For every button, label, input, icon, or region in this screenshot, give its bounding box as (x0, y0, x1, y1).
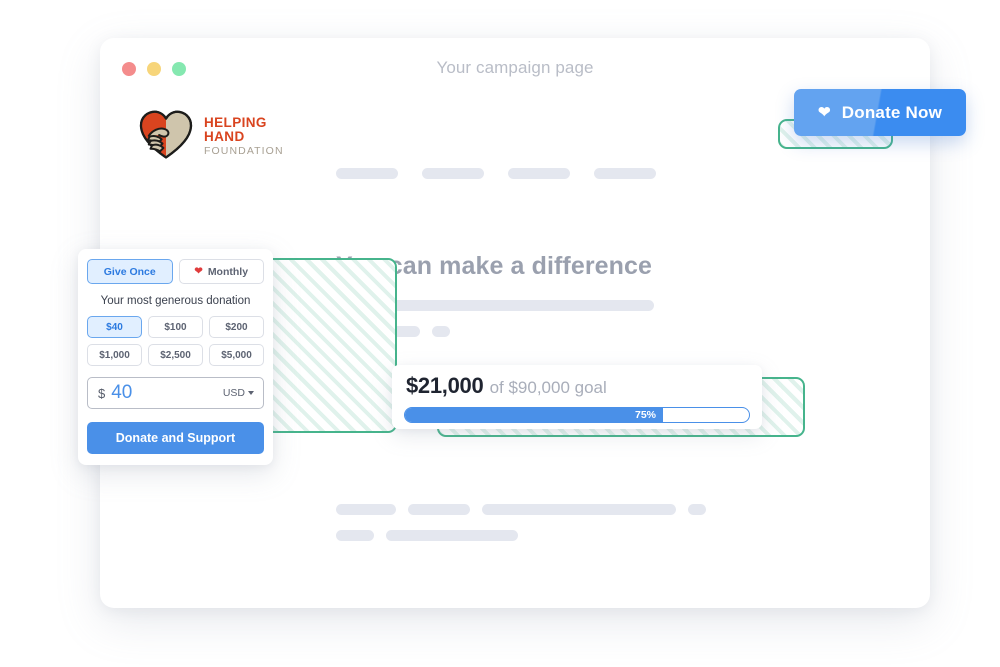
donation-widget: Give Once ❤ Monthly Your most generous d… (78, 249, 273, 465)
amount-preset-2500[interactable]: $2,500 (148, 344, 203, 366)
currency-sign: $ (98, 385, 106, 401)
nav-placeholder-pill[interactable] (336, 168, 398, 179)
amount-preset-200[interactable]: $200 (209, 316, 264, 338)
amount-preset-40[interactable]: $40 (87, 316, 142, 338)
heart-icon: ❤ (194, 265, 203, 277)
window-title: Your campaign page (436, 58, 594, 77)
amount-value[interactable]: 40 (111, 382, 223, 404)
currency-code-label: USD (222, 387, 245, 399)
placeholder-bar (432, 326, 450, 337)
screenshot-stage: Your campaign page HELPING HAND FOUNDATI… (0, 0, 1000, 667)
amount-raised: $21,000 (406, 373, 484, 398)
brand-logo[interactable]: HELPING HAND FOUNDATION (138, 110, 284, 160)
amount-preset-100[interactable]: $100 (148, 316, 203, 338)
placeholder-bar (688, 504, 706, 515)
tab-monthly[interactable]: ❤ Monthly (178, 259, 264, 284)
progress-bar-fill: 75% (405, 408, 663, 422)
donation-prompt: Your most generous donation (100, 295, 251, 307)
brand-wordmark: HELPING HAND FOUNDATION (204, 114, 284, 157)
donate-now-button[interactable]: ❤ Donate Now (794, 89, 966, 136)
brand-line-3: FOUNDATION (204, 144, 284, 157)
placeholder-bar (482, 504, 676, 515)
heart-icon: ❤ (817, 104, 831, 121)
amount-preset-1000[interactable]: $1,000 (87, 344, 142, 366)
progress-percent-label: 75% (634, 409, 656, 421)
progress-amounts: $21,000 of $90,000 goal (404, 375, 750, 397)
tab-monthly-label: Monthly (207, 265, 249, 278)
frequency-tabs: Give Once ❤ Monthly (87, 259, 264, 284)
placeholder-bar (386, 530, 518, 541)
placeholder-bar (336, 530, 374, 541)
brand-line-1: HELPING (204, 114, 267, 130)
custom-amount-input[interactable]: $ 40 USD (87, 377, 264, 409)
placeholder-row (336, 530, 706, 541)
placeholder-bar (336, 504, 396, 515)
currency-selector[interactable]: USD (223, 387, 254, 399)
progress-card: $21,000 of $90,000 goal 75% (392, 365, 762, 429)
donate-and-support-button[interactable]: Donate and Support (87, 422, 264, 454)
brand-line-2: HAND (204, 128, 245, 144)
nav-placeholder-pill[interactable] (594, 168, 656, 179)
chevron-down-icon (248, 391, 254, 395)
nav-placeholder-group (336, 168, 656, 179)
placeholder-bar (408, 504, 470, 515)
progress-bar-track: 75% (404, 407, 750, 423)
nav-placeholder-pill[interactable] (422, 168, 484, 179)
amount-preset-grid: $40 $100 $200 $1,000 $2,500 $5,000 (87, 316, 264, 366)
nav-placeholder-pill[interactable] (508, 168, 570, 179)
amount-preset-5000[interactable]: $5,000 (209, 344, 264, 366)
placeholder-row (336, 504, 706, 515)
donate-now-label: Donate Now (841, 102, 942, 122)
heart-hand-icon (139, 110, 193, 159)
tab-give-once-label: Give Once (103, 265, 156, 278)
amount-goal: of $90,000 goal (489, 378, 607, 397)
tab-give-once[interactable]: Give Once (87, 259, 173, 284)
paragraph-placeholder-bottom (336, 504, 706, 556)
